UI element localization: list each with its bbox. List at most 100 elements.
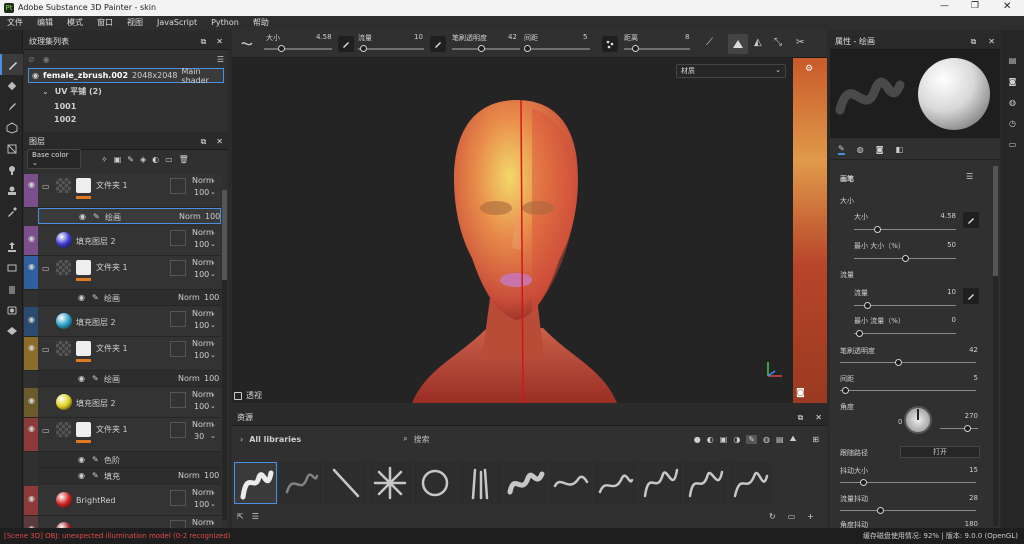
follow-path-toggle[interactable]: 打开 bbox=[900, 446, 980, 458]
close-panel-icon[interactable]: ✕ bbox=[988, 37, 995, 46]
eye-icon[interactable]: ◉ bbox=[78, 455, 85, 464]
sublayer-row[interactable]: ◉✎色阶× bbox=[38, 452, 221, 468]
paint-brush-tool[interactable] bbox=[0, 54, 23, 75]
filter-filter-icon[interactable]: ▤ bbox=[776, 435, 784, 444]
viewport-settings-icon[interactable]: ⚙ bbox=[805, 64, 813, 74]
chevron-down-icon[interactable]: ⌄ bbox=[210, 176, 216, 184]
link-icon[interactable]: ⊘ bbox=[28, 55, 35, 64]
eye-icon[interactable]: ◉ bbox=[78, 374, 85, 383]
size-pressure-button[interactable] bbox=[963, 212, 979, 228]
prop-min-flow-value[interactable]: 0 bbox=[930, 316, 956, 324]
layers-scrollbar[interactable] bbox=[222, 190, 227, 520]
opacity-value[interactable]: 100 bbox=[194, 351, 209, 360]
blend-mode[interactable]: Norm bbox=[178, 293, 200, 302]
properties-scrollbar[interactable] bbox=[993, 166, 998, 526]
geometry-fill-tool[interactable] bbox=[0, 117, 23, 138]
brush-preset-icon[interactable] bbox=[240, 37, 254, 51]
brush-thumbnail[interactable] bbox=[549, 462, 592, 504]
add-icon[interactable]: + bbox=[807, 512, 814, 521]
chevron-down-icon[interactable]: ⌄ bbox=[210, 351, 216, 359]
spacing-value[interactable]: 5 bbox=[583, 33, 587, 41]
scrollbar-thumb[interactable] bbox=[993, 166, 998, 276]
mask-thumbnail[interactable] bbox=[76, 260, 91, 275]
delete-layer-icon[interactable]: 🗑 bbox=[179, 155, 189, 164]
trash-tool[interactable] bbox=[0, 278, 23, 299]
brush-thumbnail[interactable] bbox=[459, 462, 502, 504]
opacity-value[interactable]: 100 bbox=[194, 270, 209, 279]
eye-icon[interactable]: ◉ bbox=[28, 180, 35, 189]
add-smart-mask-icon[interactable]: ◐ bbox=[152, 155, 159, 164]
eye-icon[interactable]: ◉ bbox=[79, 212, 86, 221]
filter-mask-icon[interactable]: ◑ bbox=[733, 435, 740, 444]
chevron-down-icon[interactable]: ⌄ bbox=[210, 188, 216, 196]
opacity-value[interactable]: 100 bbox=[194, 240, 209, 249]
camera-tool[interactable] bbox=[0, 299, 23, 320]
brush-thumbnail[interactable] bbox=[504, 462, 547, 504]
chevron-down-icon[interactable]: ⌄ bbox=[210, 321, 216, 329]
mask-thumbnail[interactable] bbox=[76, 341, 91, 356]
close-panel-icon[interactable]: ✕ bbox=[815, 413, 822, 422]
eye-icon[interactable]: ◉ bbox=[78, 471, 85, 480]
size-pressure-button[interactable] bbox=[338, 36, 354, 52]
opacity-slider-knob[interactable] bbox=[478, 45, 485, 52]
prop-size-knob[interactable] bbox=[874, 226, 881, 233]
filter-smart-material-icon[interactable]: ◐ bbox=[707, 435, 714, 444]
folder-icon[interactable]: ▭ bbox=[42, 264, 50, 273]
filter-material-icon[interactable]: ● bbox=[694, 435, 701, 444]
jitter-angle-value[interactable]: 180 bbox=[950, 520, 978, 528]
spacing-slider-knob[interactable] bbox=[524, 45, 531, 52]
shader-settings-button[interactable]: ◍ bbox=[1001, 92, 1024, 113]
chevron-down-icon[interactable]: ⌄ bbox=[210, 390, 216, 398]
fill-layer-row[interactable]: ◉ 填充图层 2 Norm 100 ⌄ ⌄ bbox=[24, 226, 221, 256]
blend-mode[interactable]: Norm bbox=[178, 374, 200, 383]
fill-layer-row[interactable]: ◉Norm⌄⌄ bbox=[24, 516, 221, 528]
close-panel-icon[interactable]: ✕ bbox=[216, 37, 223, 46]
folder-layer-row[interactable]: ◉ ▭ 文件夹 1 Norm 100 ⌄ ⌄ bbox=[24, 337, 221, 371]
prop-size-value[interactable]: 4.58 bbox=[930, 212, 956, 220]
projection-tool[interactable] bbox=[0, 96, 23, 117]
eraser-tool[interactable] bbox=[0, 75, 23, 96]
chevron-down-icon[interactable]: ⌄ bbox=[210, 500, 216, 508]
filter-texture-icon[interactable]: ▣ bbox=[720, 435, 728, 444]
mask-thumbnail[interactable] bbox=[76, 178, 91, 193]
grid-view-icon[interactable]: ⊞ bbox=[812, 435, 819, 444]
size-slider[interactable] bbox=[264, 48, 332, 50]
jitter-size-knob[interactable] bbox=[860, 479, 867, 486]
prop-opacity-value[interactable]: 42 bbox=[950, 346, 978, 354]
flow-slider-knob[interactable] bbox=[360, 45, 367, 52]
folder-layer-row[interactable]: ◉ ▭ 文件夹 1 Norm 100 ⌄ ⌄ bbox=[24, 174, 221, 208]
clone-tool[interactable] bbox=[0, 180, 23, 201]
chevron-down-icon[interactable]: ⌄ bbox=[210, 240, 216, 248]
prop-size-slider[interactable] bbox=[854, 229, 956, 230]
viewport-3d[interactable]: 材质 ⌄ 透视 bbox=[232, 58, 793, 403]
folder-icon[interactable]: ▭ bbox=[42, 345, 50, 354]
minimize-icon[interactable]: — bbox=[940, 1, 949, 11]
mask-thumbnail[interactable] bbox=[76, 422, 91, 437]
prop-min-flow-knob[interactable] bbox=[856, 330, 863, 337]
list-view-icon[interactable]: ☰ bbox=[252, 512, 259, 521]
sublayer-row[interactable]: ◉✎绘画Norm100× bbox=[38, 371, 221, 387]
fill-layer-row[interactable]: ◉ BrightRed Norm 100 ⌄ ⌄ bbox=[24, 486, 221, 516]
prop-min-size-value[interactable]: 50 bbox=[930, 241, 956, 249]
import-icon[interactable]: ⇱ bbox=[237, 512, 244, 521]
opacity-value[interactable]: 100 bbox=[204, 471, 219, 480]
texture-set-item[interactable]: ◉ female_zbrush.002 2048x2048 Main shade… bbox=[28, 67, 224, 85]
eye-icon[interactable]: ◉ bbox=[28, 315, 35, 324]
camera-small-icon[interactable]: ◙ bbox=[796, 388, 805, 398]
close-panel-icon[interactable]: ✕ bbox=[216, 137, 223, 146]
prop-angle-slider[interactable] bbox=[940, 428, 978, 429]
opacity-value[interactable]: 100 bbox=[194, 500, 209, 509]
flow-value[interactable]: 10 bbox=[414, 33, 423, 41]
chevron-down-icon[interactable]: ⌄ bbox=[210, 432, 216, 440]
menu-window[interactable]: 窗口 bbox=[90, 16, 120, 30]
add-effect-icon[interactable]: ✧ bbox=[101, 155, 108, 164]
angle-dial[interactable] bbox=[904, 406, 932, 434]
tab-alpha-icon[interactable]: ◍ bbox=[857, 145, 864, 154]
transform-icon[interactable]: ⤡ bbox=[774, 37, 782, 48]
size-value[interactable]: 4.58 bbox=[316, 33, 332, 41]
brush-thumbnail[interactable] bbox=[369, 462, 412, 504]
menu-mode[interactable]: 模式 bbox=[60, 16, 90, 30]
viewport-2d[interactable]: ⚙ ◙ bbox=[793, 58, 827, 403]
tab-material-icon[interactable]: ◧ bbox=[895, 145, 903, 154]
folder-icon[interactable]: ▭ bbox=[788, 512, 796, 521]
